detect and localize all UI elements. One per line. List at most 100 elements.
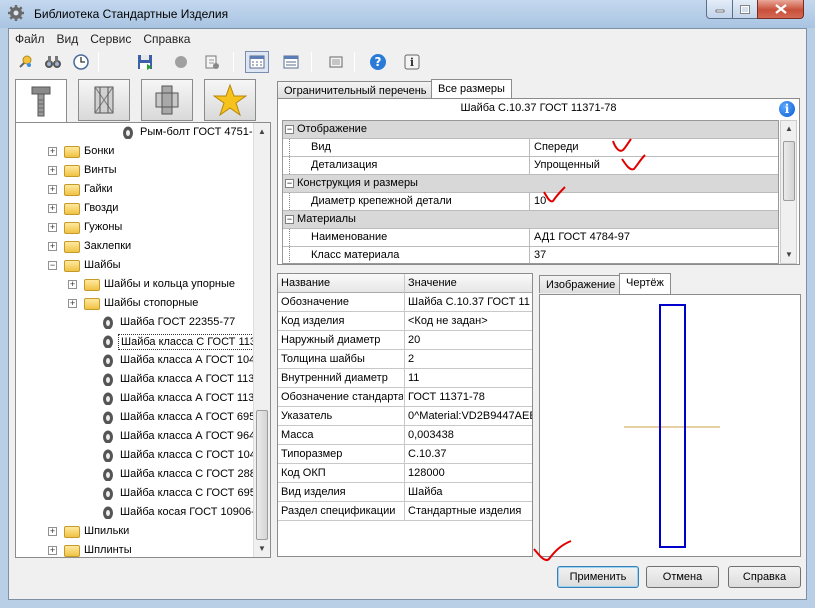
tree-item[interactable]: Шайба класса А ГОСТ 10450... <box>16 351 270 370</box>
tree-item[interactable]: Шайба класса А ГОСТ 9649-78 <box>16 427 270 446</box>
expand-icon[interactable]: + <box>48 546 57 555</box>
property-value[interactable]: Спереди <box>534 141 579 153</box>
property-row[interactable]: Класс материала 37 <box>283 247 778 263</box>
close-button[interactable] <box>757 0 804 19</box>
about-button[interactable]: i <box>400 51 424 73</box>
property-group[interactable]: − Отображение <box>283 121 778 139</box>
property-value[interactable]: 37 <box>534 249 546 261</box>
expand-icon[interactable]: + <box>68 299 77 308</box>
tree-item[interactable]: Шайба класса А ГОСТ 11371... <box>16 389 270 408</box>
tab-restrictive-list[interactable]: Ограничительный перечень <box>277 81 434 99</box>
tab-nuts[interactable] <box>78 79 130 121</box>
expand-icon[interactable]: + <box>48 204 57 213</box>
expand-icon[interactable]: + <box>48 527 57 536</box>
tree-folder[interactable]: + Гужоны <box>16 218 256 237</box>
table-row[interactable]: Вид изделия Шайба <box>278 483 532 502</box>
collapse-icon[interactable]: − <box>285 215 294 224</box>
pin-button[interactable] <box>13 51 37 73</box>
tree-folder[interactable]: + Винты <box>16 161 256 180</box>
tree-folder[interactable]: − Шайбы <box>16 256 256 275</box>
tree-folder[interactable]: + Шплинты <box>16 541 256 557</box>
column-value[interactable]: Значение <box>408 277 532 289</box>
info-icon[interactable]: i <box>779 101 795 117</box>
expand-icon[interactable]: + <box>68 280 77 289</box>
help-button[interactable]: ? <box>366 51 390 73</box>
tree-item[interactable]: Шайба ГОСТ 22355-77 <box>16 313 256 332</box>
collapse-icon[interactable]: − <box>285 179 294 188</box>
expand-icon[interactable]: + <box>48 223 57 232</box>
menu-service[interactable]: Сервис <box>84 29 137 48</box>
view-list-button[interactable] <box>279 51 303 73</box>
tree-folder[interactable]: + Гайки <box>16 180 256 199</box>
view-details-button[interactable] <box>324 51 348 73</box>
property-row[interactable]: Вид Спереди <box>283 139 778 157</box>
property-scrollbar[interactable]: ▲ ▼ <box>780 120 797 264</box>
tree-scroll-thumb[interactable] <box>256 410 268 540</box>
property-group[interactable]: − Конструкция и размеры <box>283 175 778 193</box>
expand-icon[interactable]: + <box>48 185 57 194</box>
minimize-button[interactable] <box>706 0 733 19</box>
tree-item[interactable]: Рым-болт ГОСТ 4751-73 <box>16 123 265 142</box>
help-dialog-button[interactable]: Справка <box>728 566 801 588</box>
tree-item[interactable]: Шайба класса С ГОСТ 10450... <box>16 446 270 465</box>
tab-fittings[interactable] <box>141 79 193 121</box>
property-group[interactable]: − Материалы <box>283 211 778 229</box>
table-row[interactable]: Код изделия <Код не задан> <box>278 312 532 331</box>
property-row[interactable]: Детализация Упрощенный <box>283 157 778 175</box>
table-row[interactable]: Раздел спецификации Стандартные изделия <box>278 502 532 521</box>
scroll-up-icon[interactable]: ▲ <box>781 121 797 137</box>
tree-item[interactable]: Шайба класса А ГОСТ 11371... <box>16 370 270 389</box>
expand-icon[interactable]: + <box>48 147 57 156</box>
expand-icon[interactable]: + <box>48 242 57 251</box>
tab-favorites[interactable] <box>204 79 256 121</box>
tab-drawing[interactable]: Чертёж <box>619 273 671 294</box>
tree-folder[interactable]: + Заклепки <box>16 237 256 256</box>
property-value[interactable]: АД1 ГОСТ 4784-97 <box>534 231 630 243</box>
search-button[interactable] <box>41 51 65 73</box>
tree-item[interactable]: Шайба класса С ГОСТ 28848... <box>16 465 270 484</box>
menu-file[interactable]: Файл <box>9 29 51 48</box>
tree-folder[interactable]: + Гвозди <box>16 199 256 218</box>
tree-folder[interactable]: + Шпильки <box>16 522 256 541</box>
tree-folder[interactable]: + Шайбы стопорные <box>16 294 256 313</box>
tab-all-sizes[interactable]: Все размеры <box>431 79 512 100</box>
tree-folder[interactable]: + Шайбы и кольца упорные <box>16 275 256 294</box>
property-row[interactable]: Диаметр крепежной детали 10 <box>283 193 778 211</box>
table-row[interactable]: Обозначение Шайба С.10.37 ГОСТ 11 <box>278 293 532 312</box>
tree-folder[interactable]: + Бонки <box>16 142 256 161</box>
apply-button[interactable]: Применить <box>557 566 639 588</box>
collapse-icon[interactable]: − <box>48 261 57 270</box>
tree-item[interactable]: Шайба класса С ГОСТ 6958-78 <box>16 484 270 503</box>
record-button[interactable] <box>169 51 193 73</box>
table-row[interactable]: Указатель 0^Material:VD2B9447AEE <box>278 407 532 426</box>
history-button[interactable] <box>69 51 93 73</box>
maximize-button[interactable] <box>732 0 758 19</box>
menu-help[interactable]: Справка <box>137 29 196 48</box>
table-row[interactable]: Наружный диаметр 20 <box>278 331 532 350</box>
tab-fasteners[interactable] <box>15 79 67 123</box>
tab-image[interactable]: Изображение <box>539 275 623 293</box>
table-row[interactable]: Типоразмер С.10.37 <box>278 445 532 464</box>
property-value[interactable]: Упрощенный <box>534 159 600 171</box>
tree-scrollbar[interactable]: ▲ ▼ <box>253 123 270 557</box>
table-row[interactable]: Обозначение стандарта ГОСТ 11371-78 <box>278 388 532 407</box>
table-row[interactable]: Толщина шайбы 2 <box>278 350 532 369</box>
property-row[interactable]: Наименование АД1 ГОСТ 4784-97 <box>283 229 778 247</box>
view-grid-button[interactable] <box>245 51 269 73</box>
save-button[interactable] <box>133 51 157 73</box>
table-row[interactable]: Масса 0,003438 <box>278 426 532 445</box>
property-value[interactable]: 10 <box>534 195 546 207</box>
menu-view[interactable]: Вид <box>51 29 85 48</box>
table-row[interactable]: Внутренний диаметр 11 <box>278 369 532 388</box>
tree-item[interactable]: Шайба класса С ГОСТ 11371... <box>16 332 270 351</box>
cancel-button[interactable]: Отмена <box>646 566 719 588</box>
expand-icon[interactable]: + <box>48 166 57 175</box>
collapse-icon[interactable]: − <box>285 125 294 134</box>
scroll-down-icon[interactable]: ▼ <box>781 247 797 263</box>
tree-item[interactable]: Шайба класса А ГОСТ 6958-78 <box>16 408 270 427</box>
table-row[interactable]: Код ОКП 128000 <box>278 464 532 483</box>
property-scroll-thumb[interactable] <box>783 141 795 201</box>
column-name[interactable]: Название <box>281 277 403 289</box>
scroll-down-icon[interactable]: ▼ <box>254 540 270 557</box>
tree-item[interactable]: Шайба косая ГОСТ 10906-78 <box>16 503 267 522</box>
